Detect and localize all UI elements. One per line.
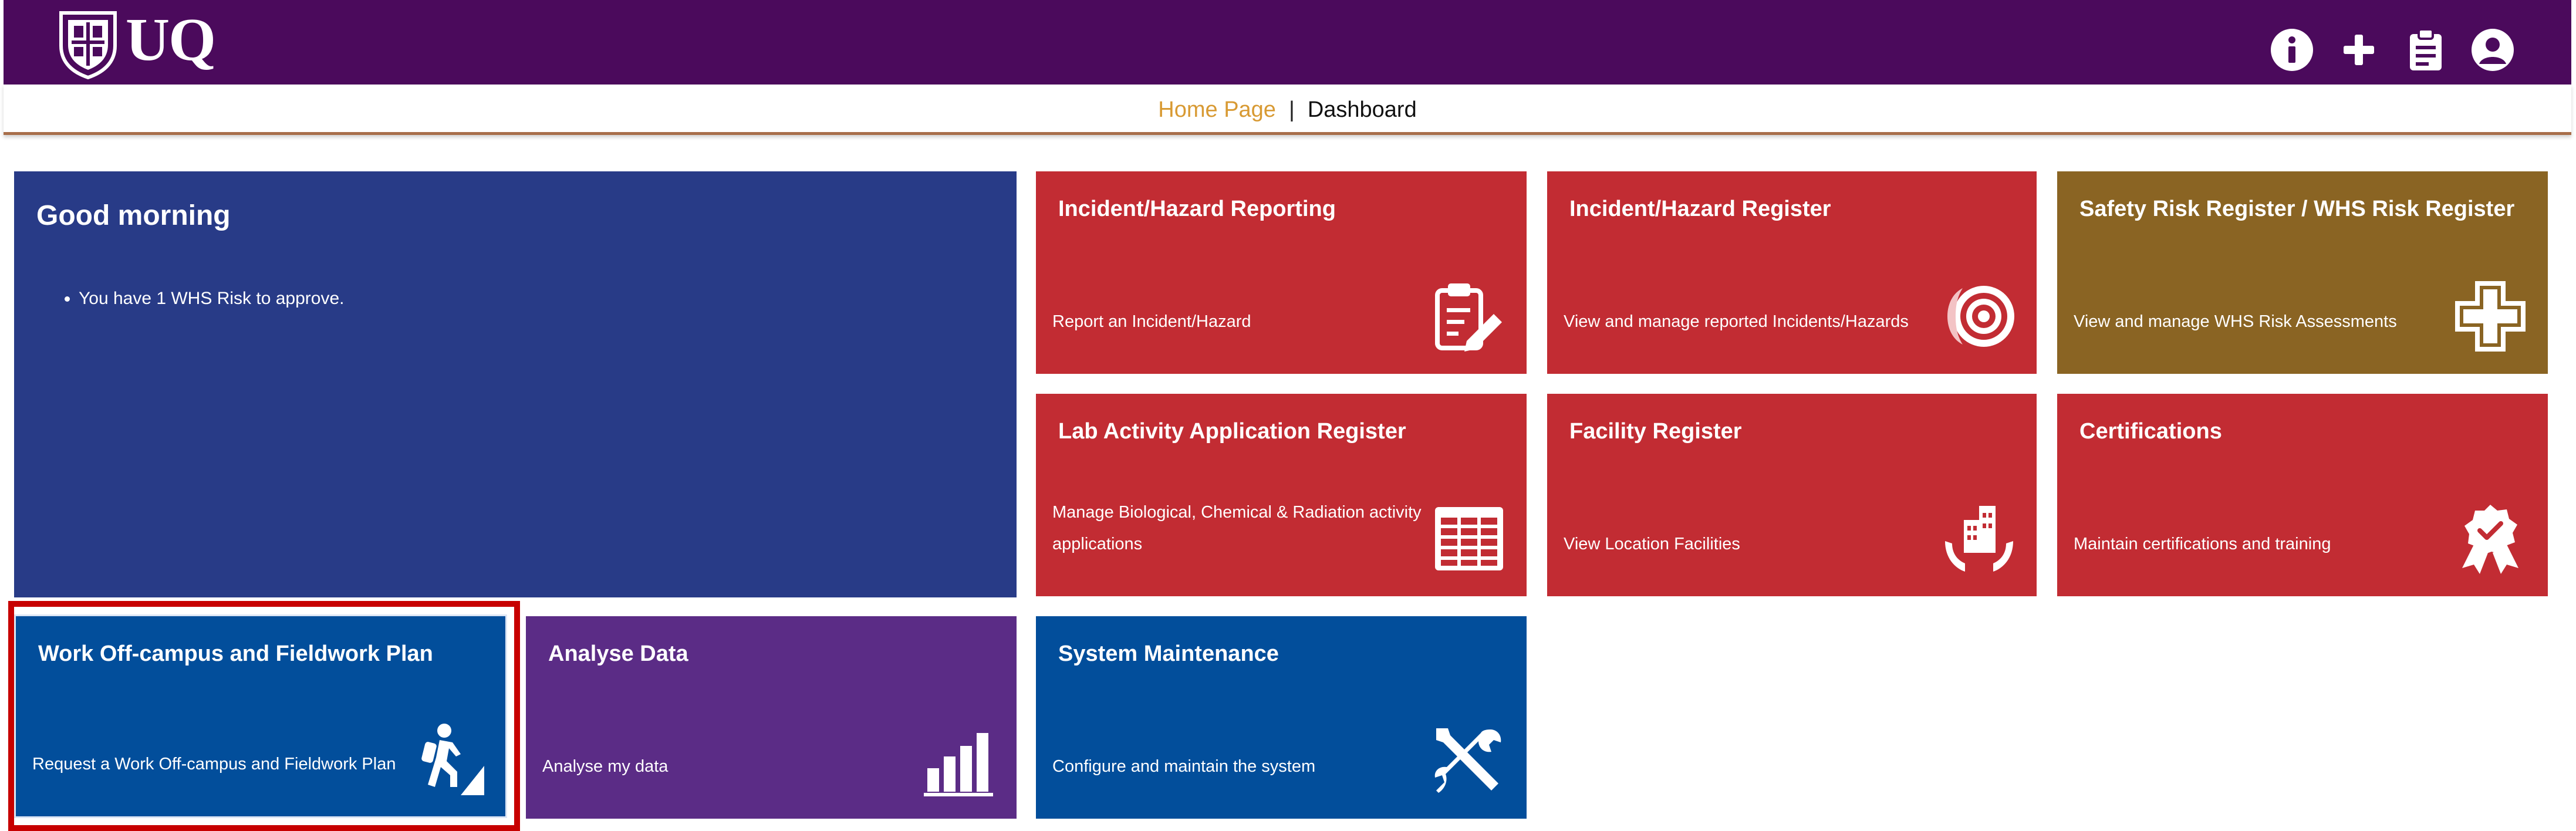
tile-title: Safety Risk Register / WHS Risk Register <box>2079 197 2515 221</box>
tile-description: Analyse my data <box>542 757 669 776</box>
tile-incident-hazard-register[interactable]: Incident/Hazard Register View and manage… <box>1547 171 2037 374</box>
tile-title: Lab Activity Application Register <box>1058 419 1406 444</box>
tile-title: System Maintenance <box>1058 641 1279 666</box>
logo-text: UQ <box>126 6 216 73</box>
tile-incident-hazard-reporting[interactable]: Incident/Hazard Reporting Report an Inci… <box>1036 171 1527 374</box>
top-navigation-bar: UQ <box>4 0 2571 85</box>
tile-analyse-data[interactable]: Analyse Data Analyse my data <box>526 616 1017 819</box>
table-icon <box>1435 507 1503 570</box>
target-icon <box>1947 286 2014 347</box>
tile-title: Incident/Hazard Reporting <box>1058 197 1336 221</box>
tile-description: Report an Incident/Hazard <box>1052 312 1251 331</box>
tile-description: Request a Work Off-campus and Fieldwork … <box>32 755 396 773</box>
tile-title: Work Off-campus and Fieldwork Plan <box>38 641 433 666</box>
tile-title: Facility Register <box>1569 419 1742 444</box>
greeting-panel: Good morning You have 1 WHS Risk to appr… <box>14 171 1017 597</box>
greeting-title: Good morning <box>36 200 231 231</box>
building-hands-icon <box>1945 506 2013 572</box>
award-ribbon-icon <box>2462 505 2518 574</box>
tile-work-offcampus-fieldwork-plan[interactable]: Work Off-campus and Fieldwork Plan Reque… <box>14 614 507 818</box>
tile-title: Certifications <box>2079 419 2222 444</box>
account-icon[interactable] <box>2468 25 2517 75</box>
tile-description: Maintain certifications and training <box>2074 535 2331 553</box>
tile-facility-register[interactable]: Facility Register View Location Faciliti… <box>1547 394 2037 596</box>
tile-description: View and manage WHS Risk Assessments <box>2074 312 2397 331</box>
breadcrumb: Home Page | Dashboard <box>4 85 2571 135</box>
header-actions <box>2267 25 2517 75</box>
tile-safety-risk-register[interactable]: Safety Risk Register / WHS Risk Register… <box>2057 171 2548 374</box>
breadcrumb-home-link[interactable]: Home Page <box>1158 97 1276 122</box>
tile-description: Configure and maintain the system <box>1052 757 1316 776</box>
tile-certifications[interactable]: Certifications Maintain certifications a… <box>2057 394 2548 596</box>
tile-description: View Location Facilities <box>1564 535 1740 553</box>
breadcrumb-separator: | <box>1288 97 1295 122</box>
tile-system-maintenance[interactable]: System Maintenance Configure and maintai… <box>1036 616 1527 819</box>
tile-title: Incident/Hazard Register <box>1569 197 1831 221</box>
hiker-icon <box>421 724 484 795</box>
medical-cross-icon <box>2455 281 2526 352</box>
tile-title: Analyse Data <box>548 641 688 666</box>
breadcrumb-current: Dashboard <box>1307 97 1417 122</box>
tile-description: View and manage reported Incidents/Hazar… <box>1564 312 1909 331</box>
notification-item[interactable]: You have 1 WHS Risk to approve. <box>79 289 344 309</box>
tools-icon <box>1434 728 1501 793</box>
clipboard-icon[interactable] <box>2401 25 2450 75</box>
plus-icon[interactable] <box>2334 25 2383 75</box>
uq-crest-icon <box>59 11 117 80</box>
uq-logo[interactable]: UQ <box>58 6 222 80</box>
bar-chart-icon <box>924 733 993 796</box>
tile-description: Manage Biological, Chemical & Radiation … <box>1052 503 1422 553</box>
clipboard-edit-icon <box>1435 283 1502 352</box>
info-icon[interactable] <box>2267 25 2317 75</box>
tile-lab-activity-register[interactable]: Lab Activity Application Register Manage… <box>1036 394 1527 596</box>
notification-list: You have 1 WHS Risk to approve. <box>79 289 344 309</box>
